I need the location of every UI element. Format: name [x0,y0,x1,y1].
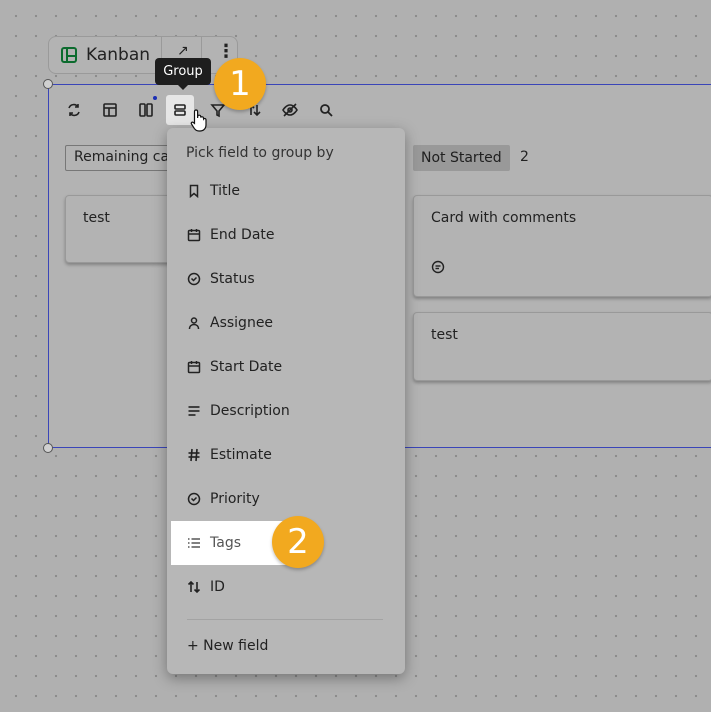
kanban-card[interactable]: test [413,312,711,381]
option-priority[interactable]: Priority [167,477,405,521]
group-tooltip: Group [155,58,211,90]
expand-icon[interactable]: ↗ [177,43,189,59]
card-title: test [83,210,110,226]
calendar-icon [187,360,201,374]
option-estimate[interactable]: Estimate [167,433,405,477]
bookmark-icon [187,184,201,198]
dropdown-heading: Pick field to group by [186,145,334,161]
active-indicator [153,96,157,100]
option-description[interactable]: Description [167,389,405,433]
option-id[interactable]: ID [167,565,405,609]
group-by-dropdown: Pick field to group by Title End Date St… [167,128,405,674]
comment-icon [431,260,445,274]
option-label: Tags [210,535,241,551]
card-title: Card with comments [431,210,577,226]
step-badge-1: 1 [214,58,266,110]
dropdown-divider [187,619,383,620]
calendar-icon [187,228,201,242]
option-label: Start Date [210,359,283,375]
option-label: Status [210,271,255,287]
search-icon[interactable] [314,98,338,122]
sort-arrows-icon [187,580,201,594]
column-header-not-started[interactable]: Not Started [413,145,510,171]
group-icon [174,104,186,116]
column-card-count: 2 [520,149,529,165]
option-end-date[interactable]: End Date [167,213,405,257]
step-badge-2: 2 [272,516,324,568]
option-label: Priority [210,491,260,507]
option-label: Estimate [210,447,272,463]
option-start-date[interactable]: Start Date [167,345,405,389]
resize-handle-top-left[interactable] [43,79,53,89]
kanban-card[interactable]: Card with comments [413,195,711,297]
hide-icon[interactable] [278,98,302,122]
text-lines-icon [187,404,201,418]
columns-icon[interactable] [134,98,158,122]
hash-icon [187,448,201,462]
layout-icon[interactable] [98,98,122,122]
hand-cursor-icon [190,109,207,132]
option-status[interactable]: Status [167,257,405,301]
refresh-icon[interactable] [62,98,86,122]
option-assignee[interactable]: Assignee [167,301,405,345]
option-label: Description [210,403,290,419]
option-label: Title [210,183,241,199]
option-label: ID [210,579,225,595]
list-icon [187,536,201,550]
option-label: End Date [210,227,275,243]
resize-handle-bottom-left[interactable] [43,443,53,453]
card-title: test [431,327,458,343]
kanban-logo-icon [61,47,77,63]
board-title: Kanban [86,45,151,65]
new-field-button[interactable]: + New field [187,638,268,654]
person-icon [187,316,201,330]
option-title[interactable]: Title [167,169,405,213]
option-label: Assignee [210,315,274,331]
status-check-icon [187,272,201,286]
status-check-icon [187,492,201,506]
